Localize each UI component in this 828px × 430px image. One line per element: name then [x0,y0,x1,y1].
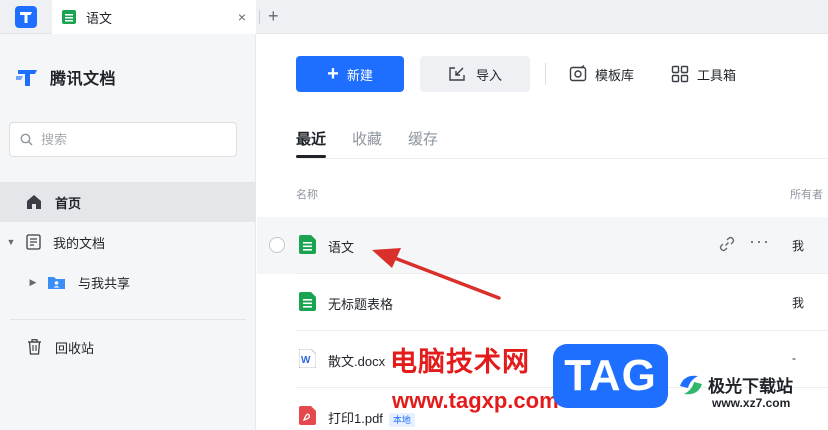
brand-name: 腾讯文档 [50,71,117,88]
sidebar-item-trash[interactable]: 回收站 [0,327,256,367]
import-icon [449,67,465,81]
watermark-site-url: www.xz7.com [712,396,791,410]
caret-right-icon[interactable]: ▶ [27,277,39,288]
search-icon [20,133,33,146]
site-logo-icon [680,375,702,395]
sidebar-item-my-documents[interactable]: ▼ 我的文档 [0,222,256,262]
tab-recent[interactable]: 最近 [296,128,327,158]
import-button-label: 导入 [475,67,502,83]
tab-favorites[interactable]: 收藏 [352,128,382,158]
home-tab[interactable] [0,0,52,34]
file-owner: 我 [792,239,805,253]
brand: 腾讯文档 [15,65,116,89]
sidebar-item-label: 与我共享 [78,275,131,291]
close-tab-icon[interactable]: × [238,9,246,25]
document-tab[interactable]: 语文 × [52,0,256,34]
file-tabs: 最近 收藏 缓存 [296,128,464,158]
word-doc-icon: W [299,349,316,368]
sidebar-item-home[interactable]: 首页 [0,182,256,222]
toolbar-divider [545,63,546,85]
search-box[interactable] [9,122,237,157]
file-name[interactable]: 无标题表格 [328,294,393,313]
more-options-icon[interactable]: ··· [749,231,770,252]
template-library-label: 模板库 [595,67,635,83]
watermark-site-name: 极光下载站 [708,377,793,396]
tab-divider [259,10,260,24]
sidebar-item-shared-with-me[interactable]: ▶ 与我共享 [0,262,256,302]
file-owner: - [792,351,796,365]
grid-icon [671,65,689,83]
column-header-owner[interactable]: 所有者 [790,186,823,202]
file-row[interactable]: 语文 ··· 我 [257,217,828,274]
link-icon[interactable] [719,236,735,252]
home-icon [27,195,41,209]
tencent-docs-logo-icon [16,70,37,86]
sheet-icon [62,10,76,24]
file-name[interactable]: 语文 [328,237,354,256]
new-button[interactable]: + 新建 [296,56,404,92]
local-badge: 本地 [388,412,415,427]
sidebar: 腾讯文档 首页 ▼ 我的文档 ▶ [0,34,256,430]
row-checkbox[interactable] [269,237,285,253]
trash-icon [28,339,41,355]
sidebar-item-label: 回收站 [55,340,95,356]
toolbox-button[interactable]: 工具箱 [671,56,736,92]
document-icon [26,234,41,250]
sheet-icon [299,292,316,311]
toolbox-label: 工具箱 [697,67,737,83]
watermark-text: 电脑技术网 [390,347,530,377]
sidebar-item-label: 首页 [55,195,82,211]
plus-icon: + [327,63,339,85]
new-button-label: 新建 [346,67,373,83]
svg-text:W: W [301,355,311,366]
main-content: + 新建 导入 模板库 工具箱 最近 收藏 缓存 名称 所有者 语文 ··· 我… [257,34,828,430]
tabs-divider [296,158,828,159]
template-library-button[interactable]: 模板库 [569,56,634,92]
tencent-docs-logo-icon [15,6,37,28]
caret-down-icon[interactable]: ▼ [5,237,17,247]
file-owner: 我 [792,296,805,310]
watermark-url: www.tagxp.com [392,388,559,413]
add-tab-button[interactable]: + [268,6,279,26]
sidebar-divider [10,319,246,320]
template-icon [569,65,587,82]
pdf-icon [299,406,316,425]
file-name-text: 打印1.pdf [328,411,383,426]
import-button[interactable]: 导入 [420,56,530,92]
tab-cache[interactable]: 缓存 [408,128,438,158]
shared-folder-icon [48,277,65,289]
sheet-icon [299,235,316,254]
sidebar-item-label: 我的文档 [53,235,106,251]
tab-bar: 语文 × + [0,0,828,34]
file-row[interactable]: 无标题表格 我 [257,274,828,331]
document-tab-label: 语文 [86,10,113,26]
search-input[interactable] [41,132,211,147]
column-header-name[interactable]: 名称 [296,186,318,202]
file-name[interactable]: 散文.docx [328,351,385,370]
watermark-tag-logo: TAG [553,344,668,408]
